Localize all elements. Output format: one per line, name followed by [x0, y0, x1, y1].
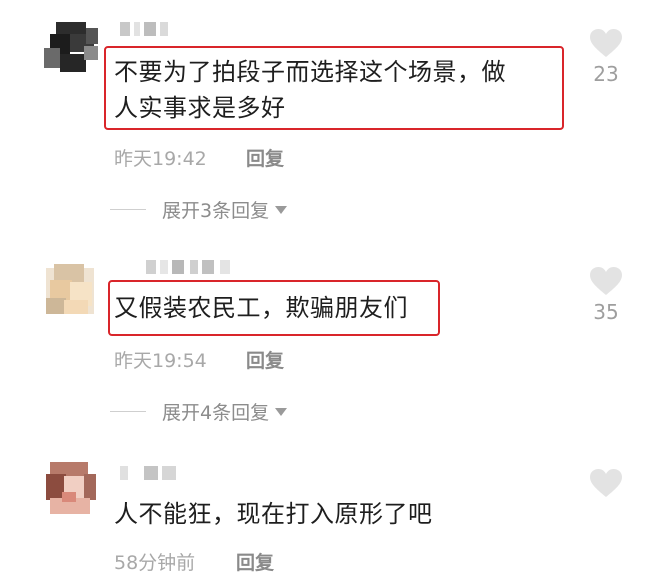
heart-icon	[590, 29, 622, 57]
comment-text-line: 不要为了拍段子而选择这个场景，做	[114, 58, 506, 86]
avatar[interactable]	[40, 458, 100, 518]
comment-text-line: 又假装农民工，欺骗朋友们	[114, 294, 408, 322]
heart-icon	[590, 267, 622, 295]
comment-text-line: 人实事求是多好	[114, 94, 286, 122]
like-count: 35	[593, 300, 619, 324]
username[interactable]	[146, 260, 236, 274]
reply-button[interactable]: 回复	[246, 144, 284, 171]
like-count: 23	[593, 62, 619, 86]
comment-text: 又假装农民工，欺骗朋友们	[114, 290, 444, 326]
avatar[interactable]	[40, 14, 100, 74]
comment-text: 不要为了拍段子而选择这个场景，做 人实事求是多好	[114, 54, 564, 126]
reply-button[interactable]: 回复	[236, 548, 274, 575]
username[interactable]	[120, 22, 168, 36]
comment-time: 昨天19:42	[114, 148, 207, 170]
text-fade	[440, 500, 460, 530]
divider	[110, 209, 146, 210]
comment-text: 人不能狂，现在打入原形了吧	[114, 496, 464, 532]
expand-replies-button[interactable]: 展开3条回复	[110, 196, 288, 223]
heart-icon	[590, 469, 622, 497]
caret-down-icon	[275, 407, 288, 416]
comment-text-line: 人不能狂，现在打入原形了吧	[114, 500, 433, 528]
comment-item: 不要为了拍段子而选择这个场景，做 人实事求是多好 昨天19:42 回复 展开3条…	[0, 0, 660, 240]
comment-time: 昨天19:54	[114, 350, 207, 372]
reply-button[interactable]: 回复	[246, 346, 284, 373]
like-button[interactable]: 23	[586, 28, 626, 86]
comment-time: 58分钟前	[114, 552, 196, 574]
caret-down-icon	[275, 205, 288, 214]
expand-replies-label: 展开4条回复	[162, 402, 270, 424]
comment-item: 人不能狂，现在打入原形了吧 58分钟前 回复	[0, 440, 660, 584]
username[interactable]	[120, 466, 180, 480]
like-button[interactable]: 35	[586, 266, 626, 324]
comment-item: 又假装农民工，欺骗朋友们 昨天19:54 回复 展开4条回复 35	[0, 240, 660, 440]
expand-replies-button[interactable]: 展开4条回复	[110, 398, 288, 425]
expand-replies-label: 展开3条回复	[162, 200, 270, 222]
avatar[interactable]	[40, 258, 100, 318]
like-button[interactable]	[586, 468, 626, 498]
divider	[110, 411, 146, 412]
